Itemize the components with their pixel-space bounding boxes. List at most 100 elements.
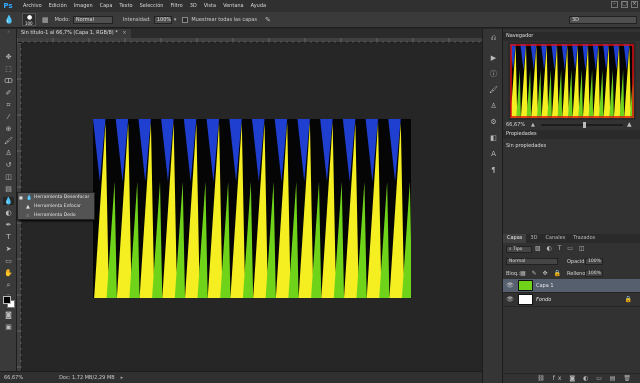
document-tab[interactable]: Sin título-1 al 66,7% (Capa 1, RGB/8) * …: [17, 29, 131, 38]
layer-filter-icons[interactable]: ▨ ◐ T ▭ ◫: [535, 245, 587, 252]
tool-preset-icon[interactable]: 💧: [4, 15, 14, 24]
screen-mode-icon[interactable]: ▣: [3, 323, 14, 331]
layer-thumbnail-capa1: [518, 280, 533, 291]
flyout-item-blur[interactable]: ■ 💧 Herramienta Desenfocar: [19, 194, 94, 202]
menu-imagen[interactable]: Imagen: [74, 3, 93, 9]
menu-filtro[interactable]: Filtro: [170, 3, 182, 9]
eyedropper-tool-icon[interactable]: ⁄: [3, 113, 14, 121]
dodge-tool-icon[interactable]: ◐: [3, 209, 14, 217]
layer-name-fondo[interactable]: Fondo: [536, 293, 551, 307]
tool-presets-icon[interactable]: ⚙: [488, 117, 499, 127]
intensity-field[interactable]: 100%: [153, 15, 172, 24]
menu-texto[interactable]: Texto: [119, 3, 132, 9]
mode-select[interactable]: Normal: [72, 15, 113, 24]
fill-field[interactable]: 100%: [585, 270, 603, 277]
shape-tool-icon[interactable]: ▭: [3, 257, 14, 265]
foreground-color-swatch[interactable]: [3, 296, 11, 304]
navigator-zoom-slider[interactable]: [541, 122, 623, 128]
sample-all-layers-checkbox[interactable]: [182, 16, 189, 23]
blur-tool-icon[interactable]: 💧: [3, 197, 14, 205]
status-menu-icon[interactable]: ▸: [121, 375, 124, 381]
layer-kind-filter[interactable]: ⌕ Tipo: [506, 246, 532, 253]
menu-seleccion[interactable]: Selección: [140, 3, 164, 9]
eye-icon[interactable]: 👁: [506, 296, 514, 304]
history-panel-icon[interactable]: ⎌: [488, 33, 499, 43]
layer-row-capa1[interactable]: 👁 Capa 1: [503, 279, 640, 293]
menu-edicion[interactable]: Edición: [49, 3, 67, 9]
menu-archivo[interactable]: Archivo: [23, 3, 42, 9]
blend-mode-select[interactable]: Normal: [506, 258, 558, 265]
properties-header[interactable]: Propiedades: [503, 130, 640, 139]
opacity-field[interactable]: 100%: [585, 258, 603, 265]
actions-panel-icon[interactable]: ▶: [488, 53, 499, 63]
crop-tool-icon[interactable]: ⌗: [3, 101, 14, 109]
menu-3d[interactable]: 3D: [190, 3, 197, 9]
flyout-item-smudge[interactable]: ☝ Herramienta Dedo: [20, 212, 94, 220]
type-tool-icon[interactable]: T: [3, 233, 14, 241]
navigator-zoom-slider-thumb[interactable]: [583, 122, 586, 128]
brush-panel-icon[interactable]: 🖌: [488, 85, 499, 95]
zoom-out-icon[interactable]: ▲: [531, 121, 535, 129]
tab-capas[interactable]: Capas: [503, 234, 527, 243]
menu-ayuda[interactable]: Ayuda: [251, 3, 266, 9]
workspace-select[interactable]: 3D: [569, 16, 637, 24]
brush-tool-icon[interactable]: 🖌: [3, 137, 14, 145]
menu-capa[interactable]: Capa: [100, 3, 113, 9]
healing-brush-tool-icon[interactable]: ⊕: [3, 125, 14, 133]
pen-tool-icon[interactable]: ✒: [3, 221, 14, 229]
eye-icon[interactable]: 👁: [506, 282, 514, 290]
info-panel-icon[interactable]: ⓘ: [488, 69, 499, 79]
document-canvas[interactable]: [93, 119, 411, 298]
lasso-tool-icon[interactable]: ↀ: [3, 77, 14, 85]
history-brush-tool-icon[interactable]: ↺: [3, 161, 14, 169]
smudge-icon: ☝: [26, 213, 30, 219]
tab-3d[interactable]: 3D: [526, 234, 541, 243]
styles-panel-icon[interactable]: ◧: [488, 133, 499, 143]
menu-vista[interactable]: Vista: [204, 3, 216, 9]
layer-thumbnail-fondo: [518, 294, 533, 305]
status-doc-info: Doc: 1,72 MB/2,29 MB: [59, 374, 115, 381]
navigator-preview[interactable]: [508, 42, 636, 120]
eraser-tool-icon[interactable]: ◫: [3, 173, 14, 181]
flyout-item-sharpen[interactable]: ▲ Herramienta Enfocar: [20, 203, 94, 211]
brush-preset-picker[interactable]: ● 100: [21, 13, 36, 26]
status-zoom[interactable]: 66,67%: [4, 375, 23, 381]
quick-mask-icon[interactable]: ◙: [3, 311, 14, 319]
brush-panel-icon[interactable]: ▦: [42, 16, 49, 24]
gradient-tool-icon[interactable]: ▤: [3, 185, 14, 193]
minimize-icon[interactable]: –: [611, 1, 618, 8]
brush-size-value: 100: [24, 21, 33, 26]
zoom-in-icon[interactable]: ▲: [627, 121, 632, 129]
properties-empty: Sin propiedades: [506, 143, 547, 149]
move-tool-icon[interactable]: ✥: [3, 53, 14, 61]
navigator-header[interactable]: Navegador: [503, 32, 640, 41]
tool-flyout-menu: ■ 💧 Herramienta Desenfocar ▲ Herramienta…: [17, 192, 95, 220]
flyout-label-smudge: Herramienta Dedo: [34, 213, 76, 218]
toolbar-collapse-icon[interactable]: »: [3, 30, 14, 34]
mode-label: Modo:: [54, 16, 70, 23]
marquee-tool-icon[interactable]: ⬚: [3, 65, 14, 73]
path-selection-tool-icon[interactable]: ➤: [3, 245, 14, 253]
close-tab-icon[interactable]: ×: [122, 30, 126, 36]
paragraph-panel-icon[interactable]: ¶: [488, 165, 499, 175]
layer-name-capa1[interactable]: Capa 1: [536, 279, 554, 293]
tab-trazados[interactable]: Trazados: [569, 234, 599, 243]
tab-canales[interactable]: Canales: [541, 234, 569, 243]
lock-label: Bloq.:: [506, 271, 521, 277]
lock-icons[interactable]: ▦ ✎ ✥ 🔒: [520, 270, 563, 277]
zoom-tool-icon[interactable]: ⌕: [3, 281, 14, 289]
maximize-icon[interactable]: □: [621, 1, 628, 8]
pressure-icon[interactable]: ✎: [265, 16, 271, 24]
layer-lock-icon: 🔒: [624, 296, 632, 303]
clone-source-panel-icon[interactable]: ♙: [488, 101, 499, 111]
character-panel-icon[interactable]: A: [488, 149, 499, 159]
quick-selection-tool-icon[interactable]: ✐: [3, 89, 14, 97]
menu-ventana[interactable]: Ventana: [223, 3, 244, 9]
layers-footer-icons[interactable]: ⛓ fx ◙ ◐ ▭ ▤ 🗑: [537, 375, 634, 382]
navigator-zoom-value[interactable]: 66,67%: [506, 121, 525, 129]
hand-tool-icon[interactable]: ✋: [3, 269, 14, 277]
intensity-dropdown-icon[interactable]: ▾: [174, 17, 177, 23]
clone-stamp-tool-icon[interactable]: ♙: [3, 149, 14, 157]
layer-row-fondo[interactable]: 👁 Fondo 🔒: [503, 293, 640, 307]
close-icon[interactable]: ×: [631, 1, 638, 8]
